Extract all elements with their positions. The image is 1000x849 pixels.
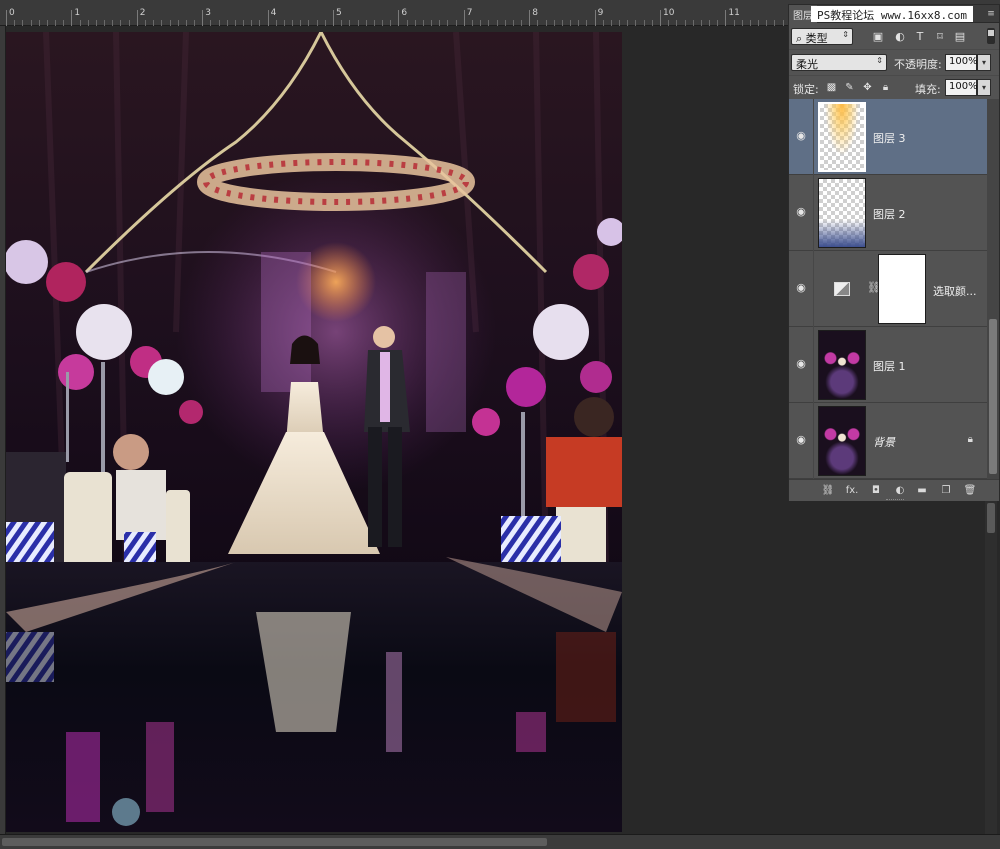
- panel-tab-bar: 图层 PS教程论坛 www.16xx8.com ≡: [789, 5, 999, 23]
- lock-icon: 🔒︎: [967, 434, 973, 445]
- layer-thumbnail: [818, 406, 866, 476]
- layer-row-selective-color[interactable]: ◉ ⛓ 选取颜...: [789, 251, 987, 327]
- layer-name[interactable]: 图层 1: [873, 358, 906, 374]
- search-icon: ⌕: [796, 32, 803, 45]
- add-mask-icon[interactable]: ◘: [869, 484, 883, 498]
- type-filter-icon[interactable]: T: [913, 30, 927, 44]
- ruler-label: 8: [532, 8, 538, 18]
- eye-visibility-icon[interactable]: ◉: [795, 206, 807, 218]
- canvas-vertical-scroll-thumb[interactable]: [987, 503, 995, 533]
- ruler-major-tick: [6, 10, 7, 26]
- ruler-major-tick: [136, 10, 138, 26]
- layer-filter-row: ⌕ 类型 ⇕ ▣ ◐ T ⌑ ▤: [789, 25, 999, 49]
- fill-dropdown-arrow[interactable]: ▾: [977, 79, 991, 96]
- blend-opacity-row: 柔光 ⇕ 不透明度: 100% ▾: [789, 49, 999, 75]
- ruler-major-tick: [333, 10, 334, 26]
- layer-thumbnail: [818, 178, 866, 248]
- panel-resize-gripper[interactable]: [886, 499, 904, 502]
- layer-thumbnail: [818, 330, 866, 400]
- chevron-updown-icon: ⇕: [842, 30, 849, 39]
- ruler-major-tick: [267, 10, 269, 26]
- ruler-label: 0: [9, 8, 15, 18]
- ruler-label: 5: [336, 8, 342, 18]
- ruler-major-tick: [398, 10, 400, 26]
- ruler-label: 2: [139, 8, 146, 18]
- eye-visibility-icon[interactable]: ◉: [795, 434, 807, 446]
- filter-kind-value: 类型: [805, 32, 828, 45]
- fill-label: 填充:: [915, 83, 941, 96]
- ruler-label: 3: [205, 8, 211, 18]
- ruler-major-tick: [202, 10, 204, 26]
- layer-row-background[interactable]: ◉ 背景 🔒︎: [789, 403, 987, 479]
- ruler-label: 9: [597, 8, 604, 18]
- lock-position-icon[interactable]: ✥: [861, 81, 874, 94]
- link-layers-icon[interactable]: ⛓: [821, 484, 835, 498]
- layer-name[interactable]: 选取颜...: [933, 283, 977, 299]
- chevron-updown-icon: ⇕: [876, 56, 883, 65]
- fx-icon[interactable]: fx.: [845, 484, 859, 498]
- canvas-horizontal-scrollbar[interactable]: [0, 834, 1000, 849]
- ruler-label: 4: [270, 8, 277, 18]
- filter-toggle-switch[interactable]: [987, 28, 995, 44]
- panel-menu-icon[interactable]: ≡: [987, 9, 995, 19]
- watermark-text: PS教程论坛 www.16xx8.com: [811, 6, 973, 22]
- eye-visibility-icon[interactable]: ◉: [795, 130, 807, 142]
- lock-label: 锁定:: [793, 83, 819, 96]
- eye-visibility-icon[interactable]: ◉: [795, 358, 807, 370]
- lock-fill-row: 锁定: ▩ ✎ ✥ 🔒︎ 填充: 100% ▾: [789, 75, 999, 99]
- opacity-label: 不透明度:: [894, 58, 942, 71]
- layer-name[interactable]: 图层 3: [873, 130, 906, 146]
- layers-panel: 图层 PS教程论坛 www.16xx8.com ≡ ⌕ 类型 ⇕ ▣ ◐ T ⌑…: [788, 4, 1000, 501]
- lock-all-icon[interactable]: 🔒︎: [879, 81, 892, 94]
- fill-field[interactable]: 100%: [945, 79, 978, 96]
- layer-row-layer-2[interactable]: ◉ 图层 2: [789, 175, 987, 251]
- layers-panel-footer: ⛓ fx. ◘ ◐ ▬ ❐ 🗑︎: [789, 479, 999, 501]
- adjustment-filter-icon[interactable]: ◐: [893, 30, 907, 44]
- ruler-major-tick: [725, 10, 727, 26]
- ruler-major-tick: [529, 10, 531, 26]
- layers-scroll-thumb[interactable]: [989, 319, 997, 474]
- blend-mode-select[interactable]: 柔光 ⇕: [791, 54, 887, 71]
- layer-mask-thumbnail[interactable]: [878, 254, 926, 324]
- filter-kind-select[interactable]: ⌕ 类型 ⇕: [791, 28, 853, 45]
- image-filter-icon[interactable]: ▣: [871, 30, 885, 44]
- ruler-major-tick: [594, 10, 596, 26]
- new-layer-icon[interactable]: ❐: [939, 484, 953, 498]
- ruler-label: 7: [466, 8, 473, 18]
- layers-scrollbar[interactable]: [987, 99, 999, 479]
- ruler-major-tick: [660, 10, 661, 26]
- ruler-label: 6: [401, 8, 408, 18]
- lock-image-pixels-icon[interactable]: ✎: [843, 81, 856, 94]
- new-group-icon[interactable]: ▬: [915, 484, 929, 498]
- ruler-major-tick: [71, 10, 73, 26]
- canvas-vertical-scrollbar[interactable]: [985, 495, 997, 835]
- opacity-field[interactable]: 100%: [945, 54, 978, 71]
- delete-layer-icon[interactable]: 🗑︎: [963, 484, 977, 498]
- blend-mode-value: 柔光: [796, 58, 818, 71]
- layer-row-layer-1[interactable]: ◉ 图层 1: [789, 327, 987, 403]
- wedding-photo-image: [6, 32, 622, 832]
- ruler-label: 11: [728, 8, 740, 18]
- new-adjustment-icon[interactable]: ◐: [893, 484, 907, 498]
- adjustment-layer-icon: [834, 282, 850, 296]
- ruler-label: 1: [74, 8, 81, 18]
- ruler-major-tick: [463, 10, 465, 26]
- layer-name[interactable]: 背景: [873, 434, 895, 450]
- eye-visibility-icon[interactable]: ◉: [795, 282, 807, 294]
- ruler-label: 10: [663, 8, 675, 18]
- smart-object-filter-icon[interactable]: ▤: [953, 30, 967, 44]
- lock-transparent-pixels-icon[interactable]: ▩: [825, 81, 838, 94]
- layer-name[interactable]: 图层 2: [873, 206, 906, 222]
- canvas-horizontal-scroll-thumb[interactable]: [2, 838, 547, 846]
- shape-filter-icon[interactable]: ⌑: [933, 30, 947, 44]
- layer-row-layer-3[interactable]: ◉ 图层 3: [789, 99, 987, 175]
- document-canvas[interactable]: [6, 32, 622, 832]
- layers-list: ◉ 图层 3 ◉ 图层 2 ◉ ⛓ 选取颜... ◉ 图层 1 ◉ 背景 🔒︎: [789, 99, 987, 479]
- opacity-dropdown-arrow[interactable]: ▾: [977, 54, 991, 71]
- layer-thumbnail: [818, 102, 866, 172]
